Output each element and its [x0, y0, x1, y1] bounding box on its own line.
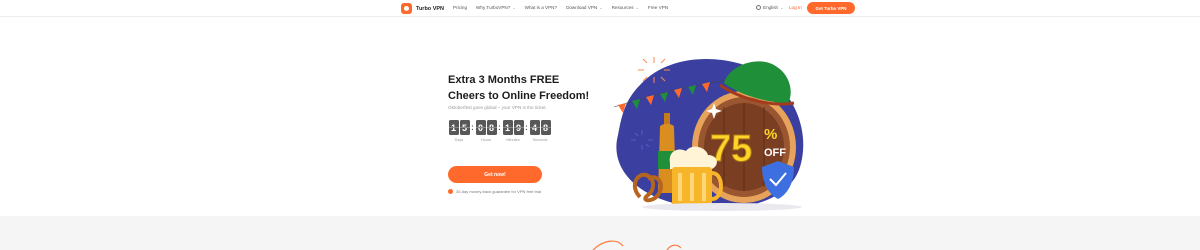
digit: 1	[448, 120, 459, 135]
nav-label: Free VPN	[647, 5, 669, 10]
language-selector[interactable]: English ⌄	[756, 5, 783, 10]
discount-percent: %	[764, 126, 777, 143]
countdown-digits: 0 8	[475, 120, 497, 135]
turbo-logo-icon	[401, 3, 412, 14]
digit: 5	[459, 120, 470, 135]
countdown-digits: 4 8	[529, 120, 551, 135]
decorative-swirl	[592, 240, 682, 250]
nav-pricing[interactable]: Pricing	[453, 5, 467, 10]
nav-why-turbovpn[interactable]: Why TurboVPN? ⌄	[476, 5, 516, 10]
chevron-down-icon: ⌄	[599, 5, 603, 10]
ground-shadow	[642, 203, 802, 211]
hero-section: Extra 3 Months FREE Cheers to Online Fre…	[0, 17, 1200, 216]
countdown-label: Days	[454, 138, 464, 142]
nav-label: Resources	[611, 5, 634, 10]
hero-title-line2: Cheers to Online Freedom!	[448, 90, 590, 102]
main-nav: Pricing Why TurboVPN? ⌄ What is a VPN? Do…	[453, 5, 668, 10]
nav-label: Pricing	[453, 5, 468, 10]
hero-title-line1: Extra 3 Months FREE	[448, 74, 560, 86]
nav-label: Download VPN	[566, 5, 598, 10]
chevron-down-icon: ⌄	[780, 5, 784, 10]
countdown-timer: 1 5 Days : 0 8 Hours : 1 9 Minutes : 4 8	[448, 120, 551, 142]
digit: 9	[513, 120, 524, 135]
guarantee-icon	[448, 189, 453, 194]
hero-title: Extra 3 Months FREE Cheers to Online Fre…	[448, 72, 589, 104]
get-now-button[interactable]: Get now!	[448, 166, 542, 183]
digit: 8	[540, 120, 551, 135]
nav-free-vpn[interactable]: Free VPN	[648, 5, 668, 10]
brand-logo[interactable]: Turbo VPN	[401, 3, 444, 14]
nav-resources[interactable]: Resources ⌄	[612, 5, 639, 10]
digit: 4	[529, 120, 540, 135]
discount-off: OFF	[764, 147, 786, 159]
money-back-guarantee: 30-day money-back guarantee for VPN free…	[448, 189, 541, 194]
top-navbar: Turbo VPN Pricing Why TurboVPN? ⌄ What is…	[0, 0, 1200, 17]
countdown-seconds: 4 8 Seconds	[529, 120, 551, 142]
countdown-minutes: 1 9 Minutes	[502, 120, 524, 142]
chevron-down-icon: ⌄	[512, 5, 516, 10]
countdown-digits: 1 9	[502, 120, 524, 135]
nav-label: What is a VPN?	[524, 5, 558, 10]
login-link[interactable]: Log In	[789, 5, 802, 10]
digit: 1	[502, 120, 513, 135]
brand-name: Turbo VPN	[416, 5, 445, 12]
countdown-label: Minutes	[506, 138, 520, 142]
get-turbo-vpn-button[interactable]: Get Turbo VPN	[807, 2, 855, 14]
countdown-days: 1 5 Days	[448, 120, 470, 142]
countdown-hours: 0 8 Hours	[475, 120, 497, 142]
countdown-label: Hours	[480, 138, 492, 142]
nav-what-is-vpn[interactable]: What is a VPN?	[525, 5, 557, 10]
guarantee-text: 30-day money-back guarantee for VPN free…	[456, 189, 541, 194]
oktoberfest-illustration: 75 % OFF	[613, 57, 804, 211]
digit: 0	[475, 120, 486, 135]
nav-download-vpn[interactable]: Download VPN ⌄	[566, 5, 603, 10]
digit: 8	[486, 120, 497, 135]
globe-icon	[756, 5, 761, 10]
language-label: English	[763, 5, 779, 10]
nav-label: Why TurboVPN?	[476, 5, 511, 10]
hero-subtitle: Oktoberfest goes global – your VPN is th…	[448, 105, 547, 110]
countdown-label: Seconds	[532, 138, 548, 142]
chevron-down-icon: ⌄	[635, 5, 639, 10]
countdown-digits: 1 5	[448, 120, 470, 135]
